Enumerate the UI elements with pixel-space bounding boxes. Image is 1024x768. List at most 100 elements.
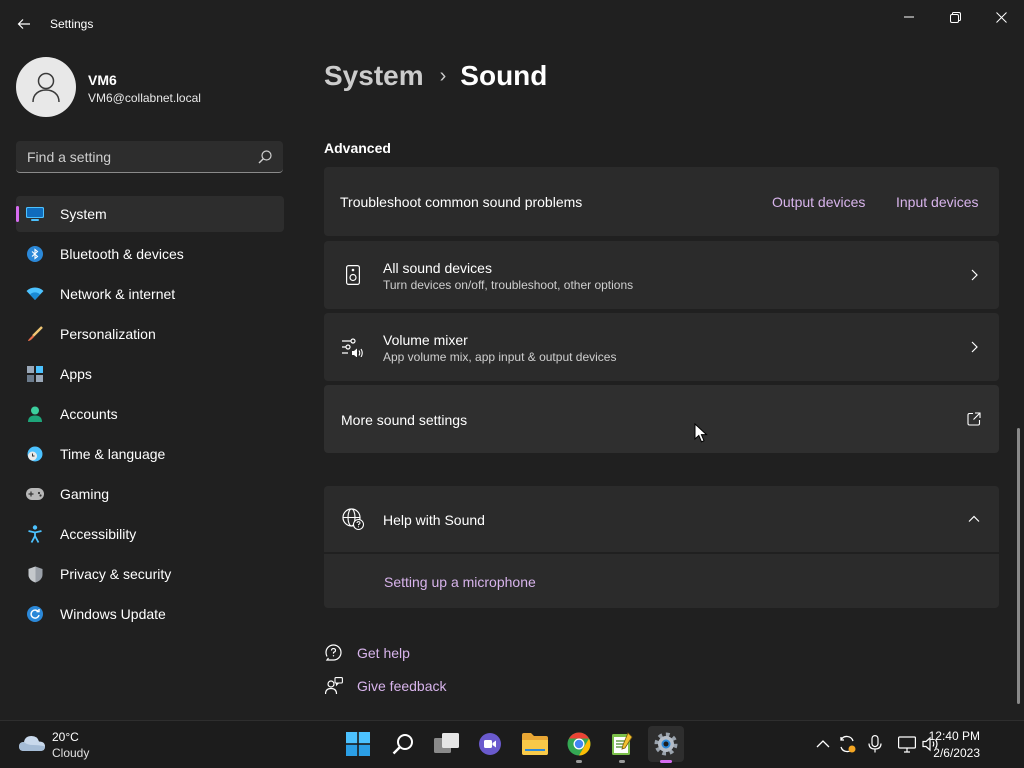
search-icon xyxy=(392,734,413,755)
mouse-cursor-icon xyxy=(694,423,708,443)
chevron-up-icon xyxy=(816,740,830,748)
search-input[interactable] xyxy=(16,141,246,172)
sidebar-item-gaming[interactable]: Gaming xyxy=(16,476,284,512)
sidebar-item-label: Windows Update xyxy=(60,606,166,622)
shield-icon xyxy=(26,565,44,583)
cloudy-weather-icon[interactable] xyxy=(18,731,46,755)
help-with-sound-title: Help with Sound xyxy=(383,512,485,528)
user-icon xyxy=(32,72,60,103)
get-help-icon xyxy=(324,643,344,663)
minimize-button[interactable] xyxy=(886,4,932,30)
all-sound-devices-subtitle: Turn devices on/off, troubleshoot, other… xyxy=(383,278,634,292)
sidebar-item-windows-update[interactable]: Windows Update xyxy=(16,596,284,632)
chevron-up-icon xyxy=(968,515,980,522)
sidebar-item-label: Gaming xyxy=(60,486,110,502)
more-sound-settings-card[interactable]: More sound settings xyxy=(324,385,999,453)
sidebar-item-accessibility[interactable]: Accessibility xyxy=(16,516,284,552)
volume-mixer-subtitle: App volume mix, app input & output devic… xyxy=(383,350,617,364)
running-indicator xyxy=(576,760,582,763)
minimize-icon xyxy=(904,16,914,18)
sidebar-item-system[interactable]: System xyxy=(16,196,284,232)
page-title: Sound xyxy=(460,60,548,91)
restore-icon xyxy=(949,11,961,23)
close-icon xyxy=(995,11,1007,23)
chevron-right-icon xyxy=(971,269,978,281)
chat-button[interactable] xyxy=(472,726,508,762)
breadcrumb: System › Sound xyxy=(324,58,547,94)
network-icon xyxy=(898,736,916,753)
section-title-advanced: Advanced xyxy=(324,140,391,156)
sidebar-nav: System Bluetooth & devices Network & int… xyxy=(16,196,284,636)
close-button[interactable] xyxy=(978,4,1024,30)
restore-button[interactable] xyxy=(932,4,978,30)
weather-temperature[interactable]: 20°C xyxy=(52,730,79,744)
bluetooth-icon xyxy=(26,245,44,263)
clock-time[interactable]: 12:40 PM xyxy=(929,729,980,743)
volume-mixer-card[interactable]: Volume mixer App volume mix, app input &… xyxy=(324,313,999,381)
volume-mixer-title: Volume mixer xyxy=(383,332,468,348)
settings-taskbar-button[interactable] xyxy=(648,726,684,762)
clock-date[interactable]: 2/6/2023 xyxy=(933,746,980,760)
sidebar-item-network[interactable]: Network & internet xyxy=(16,276,284,312)
sidebar-item-apps[interactable]: Apps xyxy=(16,356,284,392)
start-icon xyxy=(346,732,370,756)
sync-status-button[interactable] xyxy=(838,735,856,753)
chat-icon xyxy=(479,733,501,755)
sidebar-item-label: Accounts xyxy=(60,406,118,422)
file-explorer-icon xyxy=(522,733,548,755)
sidebar-item-accounts[interactable]: Accounts xyxy=(16,396,284,432)
sidebar-item-label: Bluetooth & devices xyxy=(60,246,184,262)
setting-up-microphone-link[interactable]: Setting up a microphone xyxy=(384,574,536,590)
file-explorer-button[interactable] xyxy=(517,726,553,762)
main-scrollbar[interactable] xyxy=(1017,428,1020,704)
get-help-label: Get help xyxy=(357,645,410,661)
back-button[interactable] xyxy=(12,12,36,36)
all-sound-devices-card[interactable]: All sound devices Turn devices on/off, t… xyxy=(324,241,999,309)
task-view-icon xyxy=(434,733,459,753)
get-help-link[interactable]: Get help xyxy=(324,643,410,663)
troubleshoot-card: Troubleshoot common sound problems Outpu… xyxy=(324,167,999,236)
chrome-icon xyxy=(567,732,591,756)
microphone-tray-button[interactable] xyxy=(866,735,884,753)
chevron-right-icon xyxy=(971,341,978,353)
notepad-button[interactable] xyxy=(604,726,640,762)
avatar[interactable] xyxy=(16,57,76,117)
sidebar-item-privacy-security[interactable]: Privacy & security xyxy=(16,556,284,592)
all-sound-devices-title: All sound devices xyxy=(383,260,492,276)
search-icon[interactable] xyxy=(257,149,273,165)
sidebar-item-label: System xyxy=(60,206,107,222)
show-hidden-icons-button[interactable] xyxy=(814,735,832,753)
output-devices-link[interactable]: Output devices xyxy=(772,194,865,210)
notepad-icon xyxy=(612,732,633,755)
start-button[interactable] xyxy=(340,726,376,762)
search-box[interactable] xyxy=(16,141,283,173)
back-arrow-icon xyxy=(17,19,30,29)
help-with-sound-header[interactable]: Help with Sound xyxy=(324,486,999,552)
sidebar-item-personalization[interactable]: Personalization xyxy=(16,316,284,352)
sidebar-item-label: Network & internet xyxy=(60,286,176,302)
breadcrumb-parent[interactable]: System xyxy=(324,60,424,92)
user-email: VM6@collabnet.local xyxy=(88,91,201,105)
microphone-icon xyxy=(868,735,882,753)
give-feedback-icon xyxy=(324,676,344,696)
volume-mixer-icon xyxy=(342,336,364,358)
network-tray-button[interactable] xyxy=(898,735,916,753)
sidebar-item-bluetooth[interactable]: Bluetooth & devices xyxy=(16,236,284,272)
gamepad-icon xyxy=(26,485,44,503)
weather-condition[interactable]: Cloudy xyxy=(52,746,89,760)
update-icon xyxy=(26,605,44,623)
input-devices-link[interactable]: Input devices xyxy=(896,194,979,210)
clock-globe-icon xyxy=(26,445,44,463)
app-title: Settings xyxy=(50,17,94,31)
give-feedback-link[interactable]: Give feedback xyxy=(324,676,447,696)
wifi-icon xyxy=(26,285,44,303)
task-view-button[interactable] xyxy=(429,726,465,762)
running-indicator xyxy=(619,760,625,763)
sidebar-item-time-language[interactable]: Time & language xyxy=(16,436,284,472)
taskbar-search-button[interactable] xyxy=(385,726,421,762)
settings-icon xyxy=(654,732,678,756)
sidebar-item-label: Time & language xyxy=(60,446,166,462)
speaker-icon xyxy=(342,264,364,286)
chrome-button[interactable] xyxy=(561,726,597,762)
sidebar-item-label: Personalization xyxy=(60,326,156,342)
